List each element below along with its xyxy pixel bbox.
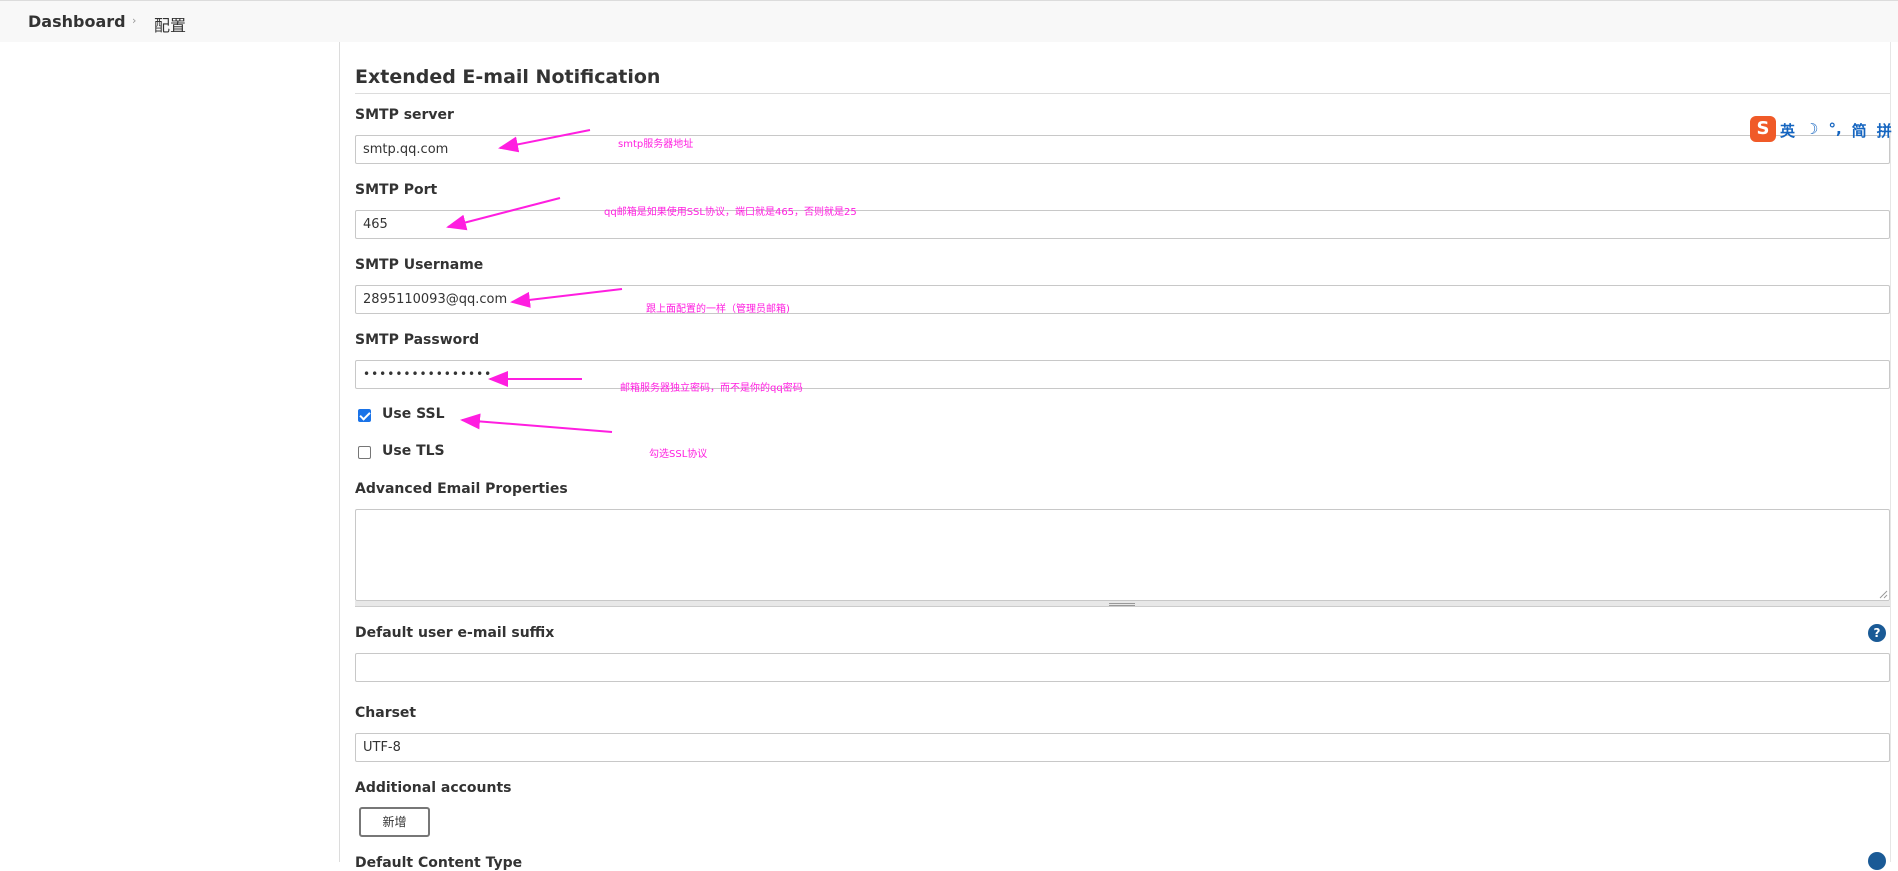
ime-language-toggle[interactable]: 英 — [1780, 120, 1795, 141]
arrow-smtp-server — [498, 129, 591, 153]
ime-pinyin-toggle[interactable]: 拼 — [1877, 120, 1892, 141]
annotation-arrows — [446, 129, 623, 433]
ime-punctuation-icon[interactable]: °, — [1828, 120, 1841, 141]
ime-moon-icon[interactable]: ☽ — [1805, 120, 1818, 141]
arrow-use-ssl — [460, 413, 613, 433]
ime-simplified-toggle[interactable]: 简 — [1852, 120, 1867, 141]
arrow-smtp-username — [510, 288, 623, 308]
sogou-logo-icon[interactable]: S — [1750, 116, 1776, 142]
ime-toolbar[interactable]: S 英 ☽ °, 简 拼 — [1750, 116, 1898, 146]
arrow-smtp-port — [446, 197, 561, 231]
